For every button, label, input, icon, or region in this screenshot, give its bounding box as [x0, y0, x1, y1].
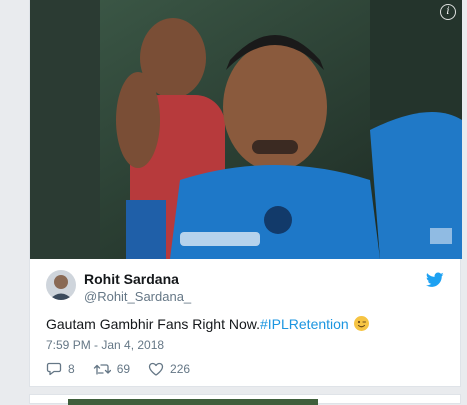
reply-count: 8: [68, 362, 75, 376]
heart-icon: [148, 362, 164, 376]
next-tweet-card[interactable]: [29, 394, 461, 405]
tweet-actions: 8 69 226: [46, 360, 208, 378]
reply-action[interactable]: 8: [46, 362, 75, 376]
retweet-action[interactable]: 69: [93, 362, 130, 376]
retweet-count: 69: [116, 362, 131, 376]
winking-face-emoji-icon: [353, 316, 369, 331]
tweet-text-body: Gautam Gambhir Fans Right Now.: [46, 316, 260, 332]
like-action[interactable]: 226: [148, 362, 190, 376]
like-count: 226: [170, 362, 191, 376]
info-icon[interactable]: i: [440, 4, 456, 20]
avatar[interactable]: [46, 270, 76, 300]
author-name[interactable]: Rohit Sardana: [84, 271, 179, 287]
photo-illustration: [30, 0, 462, 259]
reply-icon: [46, 362, 62, 376]
tweet-timestamp[interactable]: 7:59 PM - Jan 4, 2018: [46, 338, 164, 352]
twitter-bird-icon[interactable]: [426, 272, 444, 288]
tweet-text: Gautam Gambhir Fans Right Now.#IPLRetent…: [46, 316, 369, 332]
tweet-card[interactable]: i Rohit Sardana @Rohit_Sardana_ Gautam G…: [29, 0, 462, 387]
author-handle[interactable]: @Rohit_Sardana_: [84, 289, 191, 304]
tweet-media-image[interactable]: i: [30, 0, 462, 259]
retweet-icon: [93, 364, 111, 375]
hashtag-link[interactable]: #IPLRetention: [260, 316, 349, 332]
